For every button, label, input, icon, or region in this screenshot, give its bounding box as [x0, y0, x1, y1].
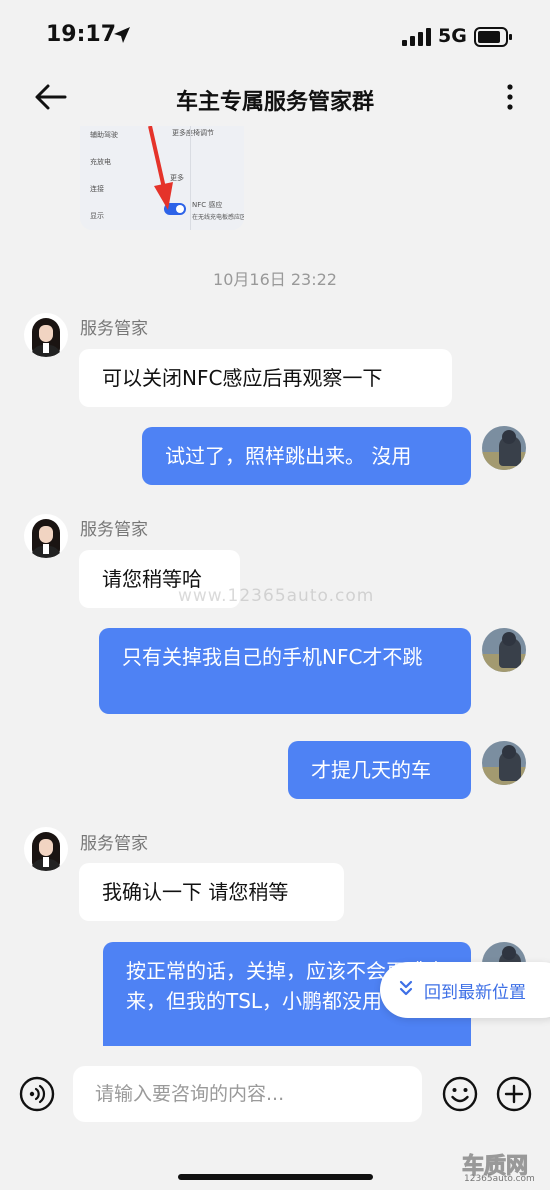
- thumb-divider: [190, 126, 191, 230]
- chat-screen: 19:17 5G 车主专属服务管家群 辅助驾驶 充放电 连接 显示 更多座椅调节…: [0, 0, 550, 1190]
- thumb-row-label: 辅助驾驶: [90, 131, 118, 139]
- status-time: 19:17: [46, 22, 117, 47]
- agent-avatar[interactable]: [24, 514, 68, 558]
- voice-input-icon[interactable]: [19, 1076, 55, 1112]
- sender-name: 服务管家: [80, 520, 148, 540]
- image-message-thumbnail[interactable]: 辅助驾驶 充放电 连接 显示 更多座椅调节 更多 NFC 感应 在无线充电板感应…: [80, 126, 244, 230]
- thumb-row-label: 连接: [90, 185, 104, 193]
- message-bubble-outgoing[interactable]: 只有关掉我自己的手机NFC才不跳: [99, 628, 471, 714]
- thumb-row-label: 显示: [90, 212, 104, 220]
- message-bubble-outgoing[interactable]: 试过了，照样跳出来。 沒用: [142, 427, 471, 485]
- message-list[interactable]: 辅助驾驶 充放电 连接 显示 更多座椅调节 更多 NFC 感应 在无线充电板感应…: [0, 126, 550, 1046]
- emoji-icon[interactable]: [442, 1076, 478, 1112]
- brand-logo-url: 12365auto.com: [464, 1174, 535, 1184]
- sender-name: 服务管家: [80, 834, 148, 854]
- message-timestamp: 10月16日 23:22: [213, 270, 337, 289]
- user-avatar[interactable]: [482, 426, 526, 470]
- brand-logo: 车质网 12365auto.com: [461, 1148, 550, 1190]
- location-arrow-icon: [114, 27, 130, 43]
- jump-to-latest-label: 回到最新位置: [424, 983, 526, 1003]
- message-bubble-outgoing[interactable]: 才提几天的车: [288, 741, 471, 799]
- message-bubble-incoming[interactable]: 可以关闭NFC感应后再观察一下: [79, 349, 452, 407]
- status-bar: 19:17 5G: [0, 0, 550, 70]
- chat-title: 车主专属服务管家群: [175, 90, 374, 115]
- thumb-nfc-sub: 在无线充电板感应区: [192, 214, 244, 221]
- double-chevron-down-icon: [399, 980, 413, 996]
- agent-avatar[interactable]: [24, 827, 68, 871]
- plus-icon[interactable]: [496, 1076, 532, 1112]
- battery-icon: [474, 27, 512, 47]
- agent-avatar[interactable]: [24, 313, 68, 357]
- home-indicator[interactable]: [178, 1174, 373, 1180]
- user-avatar[interactable]: [482, 628, 526, 672]
- thumb-nfc-label: NFC 感应: [192, 201, 223, 209]
- nav-bar: 车主专属服务管家群: [0, 70, 550, 126]
- user-avatar[interactable]: [482, 741, 526, 785]
- red-arrow-icon: [148, 126, 173, 210]
- watermark: www.12365auto.com: [178, 586, 375, 606]
- jump-to-latest-button[interactable]: 回到最新位置: [380, 962, 550, 1018]
- network-type: 5G: [438, 25, 467, 47]
- sender-name: 服务管家: [80, 319, 148, 339]
- thumb-row-label: 充放电: [90, 158, 111, 166]
- message-input[interactable]: [73, 1066, 422, 1122]
- message-bubble-incoming[interactable]: 我确认一下 请您稍等: [79, 863, 344, 921]
- more-options-icon[interactable]: [496, 82, 524, 112]
- signal-icon: [402, 28, 431, 46]
